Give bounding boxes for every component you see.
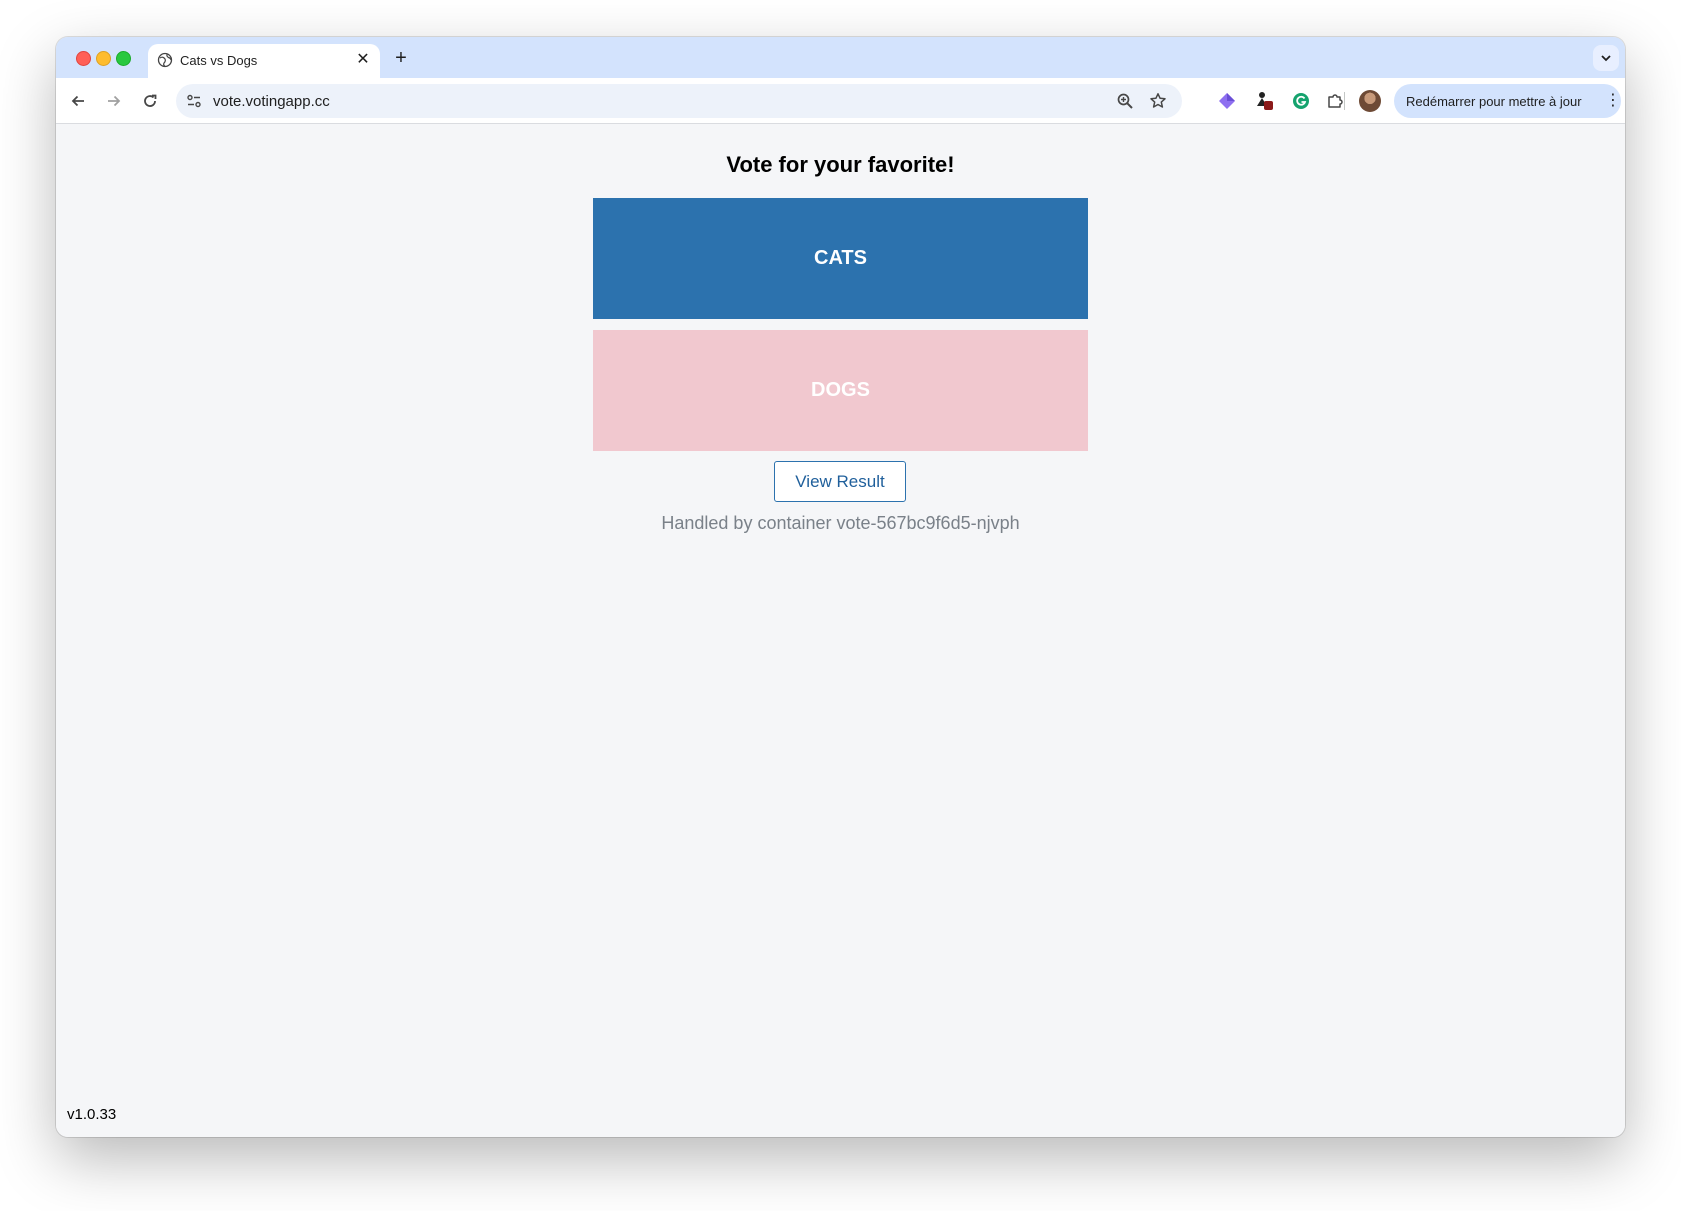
tab-cats-vs-dogs[interactable]: Cats vs Dogs ✕	[148, 44, 380, 78]
tab-title: Cats vs Dogs	[180, 53, 258, 68]
container-info: Handled by container vote-567bc9f6d5-njv…	[661, 513, 1020, 533]
reload-icon[interactable]	[136, 87, 164, 115]
back-arrow-icon[interactable]	[64, 87, 92, 115]
vote-cats-button[interactable]: CATS	[593, 198, 1088, 319]
page-title: Vote for your favorite!	[726, 152, 955, 177]
chevron-down-glyph	[1601, 55, 1611, 62]
close-icon[interactable]: ✕	[354, 51, 372, 69]
grammarly-icon[interactable]	[1290, 90, 1312, 112]
site-info-icon[interactable]	[186, 93, 202, 109]
relaunch-label: Redémarrer pour mettre à jour	[1406, 94, 1582, 109]
browser-window: Cats vs Dogs ✕ + vote.votingapp.cc Redém…	[56, 37, 1625, 1137]
address-bar[interactable]: vote.votingapp.cc	[176, 84, 1182, 118]
avatar[interactable]	[1359, 90, 1381, 112]
puppet-extension-icon[interactable]	[1253, 90, 1275, 112]
chevron-down-icon[interactable]	[1593, 45, 1619, 71]
forward-arrow-icon[interactable]	[100, 87, 128, 115]
browser-toolbar: vote.votingapp.cc Redémarrer pour mettre	[56, 78, 1625, 124]
kebab-menu-icon[interactable]: ⋮	[1605, 92, 1621, 110]
toolbar-divider	[1344, 92, 1345, 110]
view-result-button[interactable]: View Result	[774, 461, 906, 502]
plus-icon[interactable]: +	[389, 46, 413, 70]
globe-icon	[157, 52, 173, 68]
relaunch-update-button[interactable]: Redémarrer pour mettre à jour ⋮	[1394, 84, 1621, 118]
bookmark-star-icon[interactable]	[1149, 92, 1167, 110]
version-label: v1.0.33	[67, 1106, 117, 1123]
vote-dogs-button[interactable]: DOGS	[593, 330, 1088, 451]
puzzle-icon[interactable]	[1324, 90, 1346, 112]
url-text: vote.votingapp.cc	[213, 93, 330, 110]
gem-icon[interactable]	[1216, 90, 1238, 112]
zoom-icon[interactable]	[1116, 92, 1134, 110]
maximize-window-button[interactable]	[116, 51, 131, 66]
minimize-window-button[interactable]	[96, 51, 111, 66]
page-content: Vote for your favorite! CATS DOGS View R…	[56, 124, 1625, 1137]
tab-strip: Cats vs Dogs ✕ +	[56, 37, 1625, 78]
close-window-button[interactable]	[76, 51, 91, 66]
